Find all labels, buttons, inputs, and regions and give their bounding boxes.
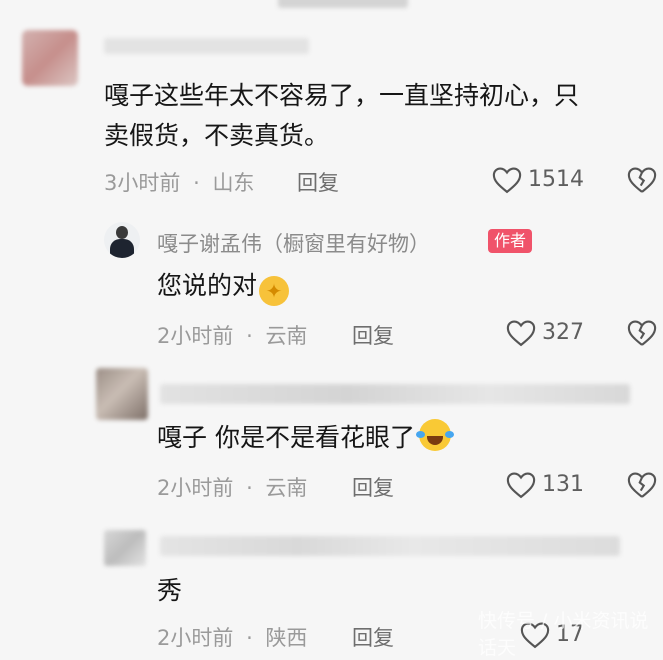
like-count: 1514 [528,167,584,192]
author-avatar[interactable] [104,222,140,258]
like-count: 327 [542,320,584,345]
dislike-button[interactable] [627,166,657,194]
top-blurred-fragment [278,0,408,8]
reply-button[interactable]: 回复 [352,622,394,652]
author-name[interactable]: 嘎子谢孟伟（橱窗里有好物） [157,228,430,258]
watermark: 快传号 / 小米资讯说话天 [478,610,649,659]
comment-text: 嘎子这些年太不容易了，一直坚持初心，只 卖假货，不卖真货。 [104,81,580,150]
timestamp: 2小时前 [157,626,234,650]
username-blurred[interactable] [104,38,309,54]
timestamp: 2小时前 [157,324,234,348]
location: 云南 [265,324,308,348]
comment-meta: 3小时前 · 山东 [104,167,254,197]
like-button[interactable] [506,319,536,347]
comment-text: 嘎子 你是不是看花眼了 [157,418,454,458]
like-button[interactable] [506,471,536,499]
comment-meta: 2小时前 · 云南 [157,472,307,502]
separator: · [246,476,253,500]
broken-heart-icon [627,167,657,193]
timestamp: 2小时前 [157,476,234,500]
avatar[interactable] [22,30,78,86]
heart-icon [506,472,536,499]
username-blurred[interactable] [160,384,630,404]
separator: · [246,324,253,348]
broken-heart-icon [627,320,657,346]
laughing-tears-icon [415,419,454,451]
author-badge: 作者 [488,229,533,253]
timestamp: 3小时前 [104,171,181,195]
like-count: 131 [542,472,584,497]
comment-text: 秀 [157,576,183,605]
heart-icon [506,320,536,347]
heart-icon [492,167,522,194]
thumbs-up-icon: ✦ [259,276,290,306]
avatar[interactable] [96,368,148,420]
avatar[interactable] [104,530,146,566]
reply-button[interactable]: 回复 [352,472,394,502]
location: 陕西 [265,626,308,650]
reply-text: 您说的对 ✦ [157,266,290,306]
comment-meta: 2小时前 · 陕西 [157,622,307,652]
separator: · [246,626,253,650]
location: 山东 [212,171,255,195]
location: 云南 [265,476,308,500]
username-blurred[interactable] [160,536,620,556]
broken-heart-icon [627,472,657,498]
reply-button[interactable]: 回复 [297,167,339,197]
separator: · [193,171,200,195]
reply-meta: 2小时前 · 云南 [157,320,307,350]
dislike-button[interactable] [627,471,657,499]
reply-button[interactable]: 回复 [352,320,394,350]
like-button[interactable] [492,166,522,194]
dislike-button[interactable] [627,319,657,347]
